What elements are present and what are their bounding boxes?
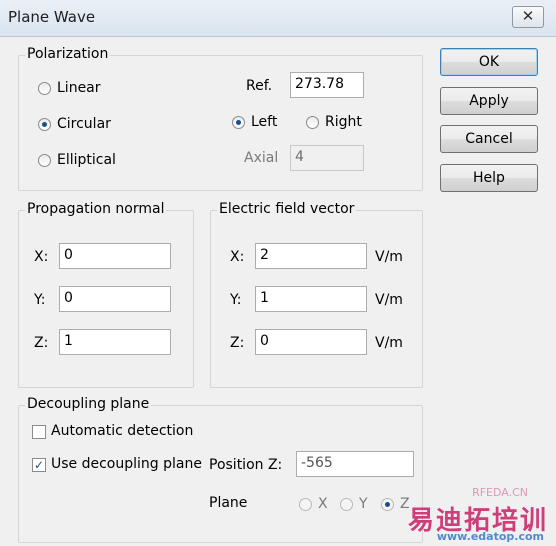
help-button[interactable]: Help (440, 164, 538, 192)
cancel-button[interactable]: Cancel (440, 125, 538, 153)
right-radio[interactable] (306, 116, 319, 129)
efield-z-unit: V/m (375, 335, 403, 351)
decoupling-label: Decoupling plane (25, 396, 152, 412)
efield-y-input[interactable]: 1 (255, 286, 367, 312)
ref-input[interactable]: 273.78 (290, 72, 364, 98)
prop-z-input[interactable]: 1 (59, 329, 171, 355)
plane-x-label[interactable]: X (318, 496, 328, 512)
circular-radio[interactable] (38, 118, 51, 131)
axial-label: Axial (244, 150, 279, 166)
elliptical-label[interactable]: Elliptical (57, 152, 116, 168)
polarization-label: Polarization (25, 46, 111, 62)
ref-label: Ref. (246, 78, 273, 94)
efield-x-input[interactable]: 2 (255, 243, 367, 269)
use-plane-checkbox[interactable]: ✓ (32, 458, 46, 472)
left-label[interactable]: Left (251, 114, 277, 130)
left-radio[interactable] (232, 116, 245, 129)
efield-label: Electric field vector (217, 201, 357, 217)
prop-x-label: X: (34, 249, 49, 265)
propagation-label: Propagation normal (25, 201, 167, 217)
watermark-logo: RFEDA.CN 易迪拓培训 www.edatop.com (374, 482, 554, 543)
circular-label[interactable]: Circular (57, 116, 111, 132)
linear-radio[interactable] (38, 82, 51, 95)
efield-x-label: X: (230, 249, 245, 265)
title-bar: Plane Wave ✕ (0, 0, 556, 37)
window-title: Plane Wave (8, 8, 96, 26)
position-z-input[interactable]: -565 (296, 451, 414, 477)
watermark-url: www.edatop.com (436, 530, 544, 543)
efield-z-label: Z: (230, 335, 245, 351)
right-label[interactable]: Right (325, 114, 362, 130)
efield-y-label: Y: (230, 292, 242, 308)
auto-detect-label[interactable]: Automatic detection (51, 423, 193, 439)
linear-label[interactable]: Linear (57, 80, 101, 96)
elliptical-radio[interactable] (38, 154, 51, 167)
auto-detect-checkbox[interactable] (32, 425, 46, 439)
position-z-label: Position Z: (209, 457, 283, 473)
prop-x-input[interactable]: 0 (59, 243, 171, 269)
prop-z-label: Z: (34, 335, 49, 351)
plane-y-label[interactable]: Y (359, 496, 368, 512)
apply-button[interactable]: Apply (440, 87, 538, 115)
ok-button[interactable]: OK (440, 48, 538, 76)
plane-label: Plane (209, 495, 248, 511)
prop-y-label: Y: (34, 292, 46, 308)
axial-input[interactable]: 4 (290, 145, 364, 171)
close-icon[interactable]: ✕ (512, 6, 544, 28)
efield-x-unit: V/m (375, 249, 403, 265)
dialog-client: Polarization Linear Circular Elliptical … (0, 37, 556, 546)
use-plane-label[interactable]: Use decoupling plane (51, 456, 202, 472)
plane-x-radio[interactable] (299, 498, 312, 511)
watermark-site: RFEDA.CN (472, 486, 528, 499)
efield-y-unit: V/m (375, 292, 403, 308)
efield-z-input[interactable]: 0 (255, 329, 367, 355)
plane-y-radio[interactable] (340, 498, 353, 511)
prop-y-input[interactable]: 0 (59, 286, 171, 312)
